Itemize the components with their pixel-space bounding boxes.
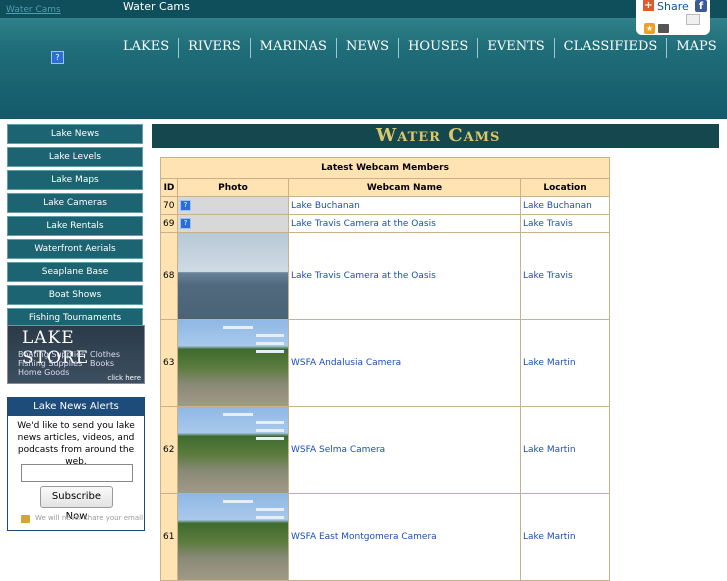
webcam-name-link[interactable]: Lake Travis Camera at the Oasis xyxy=(291,219,436,229)
location-link[interactable]: Lake Travis xyxy=(523,219,573,229)
webcam-name-link[interactable]: Lake Travis Camera at the Oasis xyxy=(291,271,436,281)
sidebar-item-lake-rentals[interactable]: Lake Rentals xyxy=(7,216,143,236)
site-home-link[interactable]: Water Cams xyxy=(6,5,61,15)
sidebar-item-seaplane-base[interactable]: Seaplane Base xyxy=(7,262,143,282)
row-id: 62 xyxy=(160,406,178,494)
sidebar-item-lake-levels[interactable]: Lake Levels xyxy=(7,147,143,167)
page-title: Water Cams xyxy=(376,125,501,146)
email-icon[interactable] xyxy=(686,14,700,25)
subscribe-button[interactable]: Subscribe Now xyxy=(40,486,113,522)
share-widget: + Share f ★ xyxy=(636,0,710,35)
weather-overlay xyxy=(256,516,284,519)
column-header-photo: Photo xyxy=(177,178,289,197)
sidebar-item-lake-maps[interactable]: Lake Maps xyxy=(7,170,143,190)
weather-overlay xyxy=(223,413,253,416)
weather-overlay xyxy=(256,508,284,511)
store-item: Clothes xyxy=(90,350,120,359)
weather-overlay xyxy=(256,334,284,337)
nav-marinas[interactable]: MARINAS xyxy=(249,38,336,58)
photo-cell xyxy=(177,406,289,494)
table-row: 69 ? Lake Travis Camera at the Oasis Lak… xyxy=(160,214,610,233)
weather-overlay xyxy=(256,342,284,345)
broken-image-icon[interactable]: ? xyxy=(180,218,191,229)
share-button[interactable]: Share xyxy=(657,0,689,13)
location-link[interactable]: Lake Travis xyxy=(523,271,573,281)
sidebar-nav: Lake News Lake Levels Lake Maps Lake Cam… xyxy=(7,124,143,331)
weather-overlay xyxy=(256,429,284,432)
weather-overlay xyxy=(256,437,284,440)
photo-cell xyxy=(177,232,289,320)
nav-lakes[interactable]: LAKES xyxy=(114,38,178,58)
webcam-members-table: Latest Webcam Members ID Photo Webcam Na… xyxy=(160,157,610,581)
table-caption: Latest Webcam Members xyxy=(160,157,610,179)
row-id: 69 xyxy=(160,214,178,233)
lock-icon xyxy=(21,515,30,523)
store-item: Boating Supplies xyxy=(18,350,86,359)
table-row: 63 WSFA Andalusia Camera Lake Martin xyxy=(160,319,610,407)
store-item: Fishing Supplies xyxy=(18,359,83,368)
row-id: 61 xyxy=(160,493,178,581)
row-id: 70 xyxy=(160,196,178,215)
weather-overlay xyxy=(223,500,253,503)
privacy-note: We will never share your email xyxy=(35,514,144,522)
nav-events[interactable]: EVENTS xyxy=(477,38,553,58)
column-header-name: Webcam Name xyxy=(288,178,521,197)
top-bar: Water Cams Water Cams xyxy=(0,0,727,18)
main-nav: LAKES RIVERS MARINAS NEWS HOUSES EVENTS … xyxy=(114,38,726,58)
column-header-location: Location xyxy=(520,178,610,197)
table-row: 61 WSFA East Montgomera Camera Lake Mart… xyxy=(160,493,610,581)
store-item: Books xyxy=(90,359,115,368)
webcam-thumbnail[interactable] xyxy=(178,320,288,406)
weather-overlay xyxy=(256,350,284,353)
location-link[interactable]: Lake Martin xyxy=(523,358,576,368)
facebook-icon[interactable]: f xyxy=(695,0,707,12)
table-row: 70 ? Lake Buchanan Lake Buchanan xyxy=(160,196,610,215)
store-item: Home Goods xyxy=(18,368,70,377)
sidebar-item-boat-shows[interactable]: Boat Shows xyxy=(7,285,143,305)
bookmark-icon[interactable]: ★ xyxy=(644,23,655,34)
alerts-title: Lake News Alerts xyxy=(8,398,144,416)
webcam-name-link[interactable]: Lake Buchanan xyxy=(291,201,360,211)
webcam-name-link[interactable]: WSFA East Montgomera Camera xyxy=(291,532,437,542)
weather-overlay xyxy=(256,421,284,424)
weather-overlay xyxy=(223,326,253,329)
location-link[interactable]: Lake Buchanan xyxy=(523,201,592,211)
sidebar-item-lake-news[interactable]: Lake News xyxy=(7,124,143,144)
webcam-name-link[interactable]: WSFA Selma Camera xyxy=(291,445,385,455)
lake-store-banner[interactable]: LAKE STORE Boating Supplies Clothes Fish… xyxy=(7,325,145,384)
print-icon[interactable] xyxy=(658,24,669,33)
share-plus-icon[interactable]: + xyxy=(643,0,654,11)
sidebar-item-lake-cameras[interactable]: Lake Cameras xyxy=(7,193,143,213)
webcam-thumbnail[interactable] xyxy=(178,233,288,319)
photo-cell xyxy=(177,319,289,407)
location-link[interactable]: Lake Martin xyxy=(523,532,576,542)
webcam-name-link[interactable]: WSFA Andalusia Camera xyxy=(291,358,401,368)
table-row: 68 Lake Travis Camera at the Oasis Lake … xyxy=(160,232,610,320)
page-tab-title: Water Cams xyxy=(123,0,190,13)
photo-cell: ? xyxy=(177,214,289,233)
broken-image-icon[interactable]: ? xyxy=(180,200,191,211)
news-alerts-box: Lake News Alerts We'd like to send you l… xyxy=(7,397,145,531)
site-header: Water Cams Water Cams + Share f ★ ? LAKE… xyxy=(0,0,727,119)
page-title-bar: Water Cams xyxy=(152,124,719,148)
column-header-id: ID xyxy=(160,178,178,197)
sidebar-item-waterfront-aerials[interactable]: Waterfront Aerials xyxy=(7,239,143,259)
nav-classifieds[interactable]: CLASSIFIEDS xyxy=(553,38,667,58)
nav-maps[interactable]: MAPS xyxy=(666,38,725,58)
nav-houses[interactable]: HOUSES xyxy=(398,38,477,58)
photo-cell: ? xyxy=(177,196,289,215)
webcam-thumbnail[interactable] xyxy=(178,407,288,493)
webcam-thumbnail[interactable] xyxy=(178,494,288,580)
photo-cell xyxy=(177,493,289,581)
broken-image-icon: ? xyxy=(51,51,64,64)
nav-rivers[interactable]: RIVERS xyxy=(178,38,250,58)
row-id: 68 xyxy=(160,232,178,320)
table-row: 62 WSFA Selma Camera Lake Martin xyxy=(160,406,610,494)
location-link[interactable]: Lake Martin xyxy=(523,445,576,455)
row-id: 63 xyxy=(160,319,178,407)
nav-news[interactable]: NEWS xyxy=(335,38,398,58)
alerts-description: We'd like to send you lake news articles… xyxy=(17,421,135,467)
store-click-here[interactable]: click here xyxy=(107,374,141,382)
email-field[interactable] xyxy=(21,464,133,482)
